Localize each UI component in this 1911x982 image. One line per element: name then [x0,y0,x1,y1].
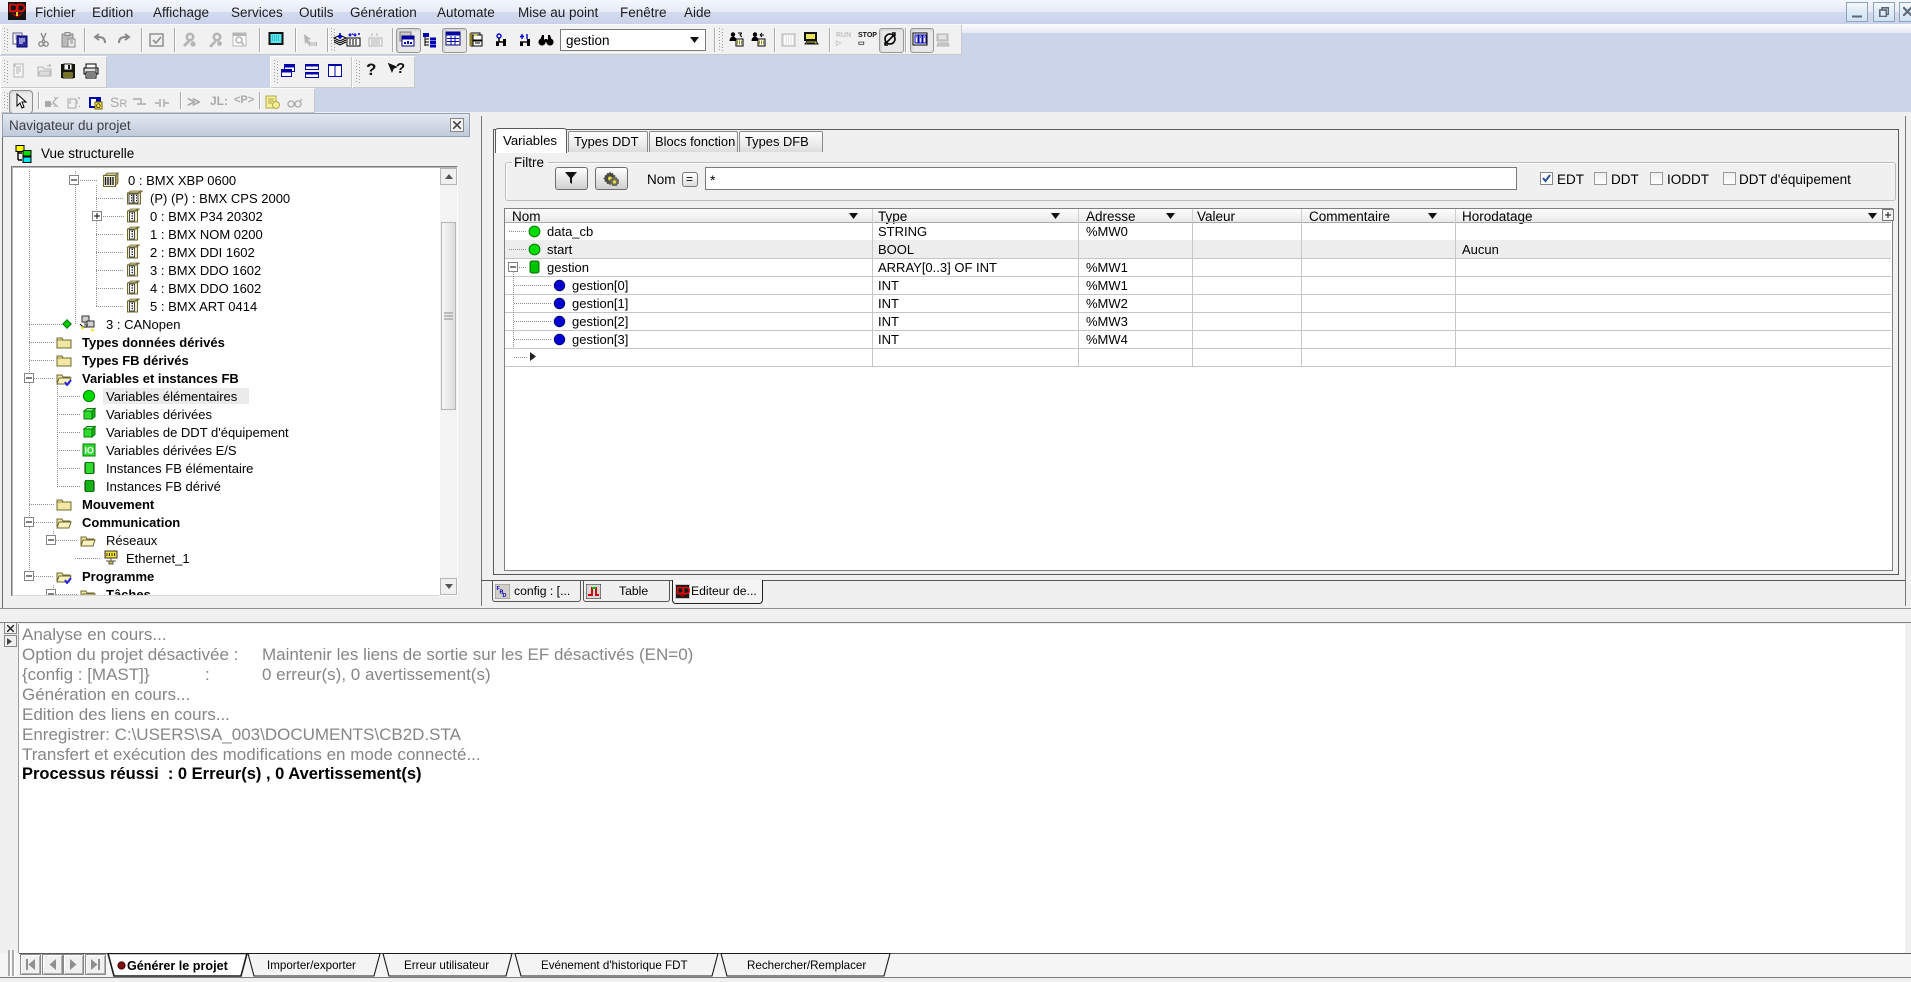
svg-text:IO: IO [84,446,94,456]
svg-text:O: O [96,104,101,110]
svg-text:D: D [503,593,507,599]
